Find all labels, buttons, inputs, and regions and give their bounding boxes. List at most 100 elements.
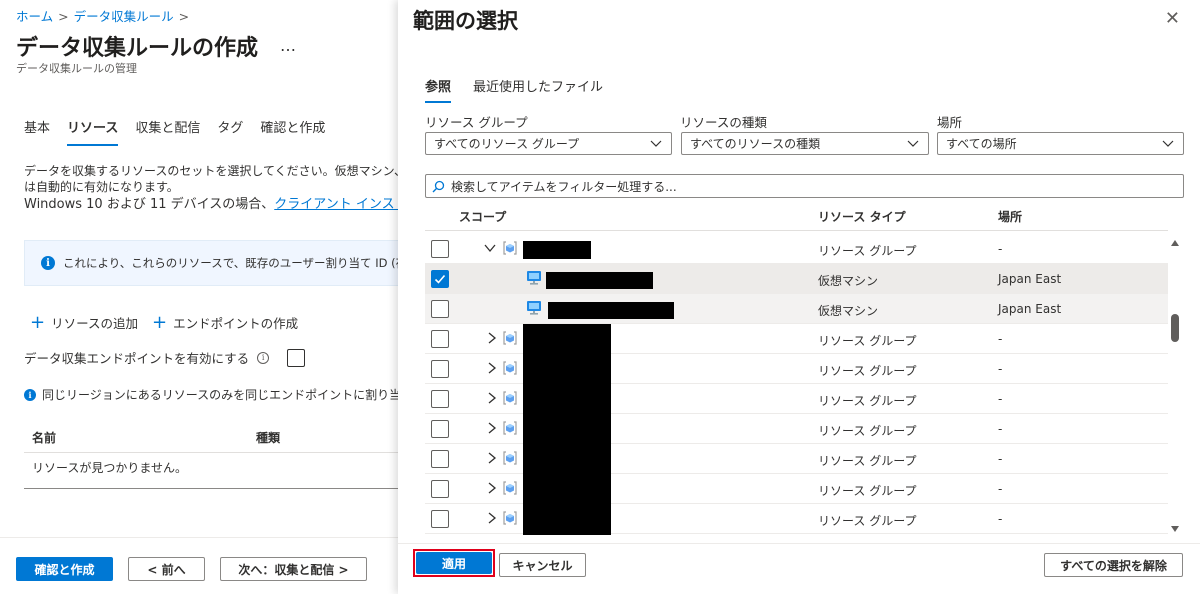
apply-button[interactable]: 適用 xyxy=(416,552,492,574)
prev-button[interactable]: < 前へ xyxy=(128,557,205,581)
resource-group-row[interactable]: リソース グループ - xyxy=(425,444,1168,475)
resource-group-dropdown[interactable]: すべてのリソース グループ xyxy=(425,132,672,155)
row-checkbox[interactable] xyxy=(431,240,449,258)
search-input[interactable]: 検索してアイテムをフィルター処理する... xyxy=(425,174,1184,198)
breadcrumb-home[interactable]: ホーム xyxy=(16,9,53,24)
chevron-right-icon[interactable] xyxy=(486,422,498,434)
scope-grid-header: スコープ リソース タイプ 場所 xyxy=(425,200,1168,231)
row-checkbox[interactable] xyxy=(431,390,449,408)
resource-group-icon xyxy=(503,331,517,345)
row-checkbox[interactable] xyxy=(431,420,449,438)
chevron-right-icon[interactable] xyxy=(486,482,498,494)
region-note-text: 同じリージョンにあるリソースのみを同じエンドポイントに割り当てることが xyxy=(42,388,400,402)
resource-group-icon xyxy=(503,391,517,405)
chevron-right-icon[interactable] xyxy=(486,452,498,464)
resource-group-row[interactable]: リソース グループ - xyxy=(425,414,1168,445)
row-checkbox[interactable] xyxy=(431,270,449,288)
tab-recent[interactable]: 最近使用したファイル xyxy=(473,76,603,103)
tab-collect-deliver[interactable]: 収集と配信 xyxy=(135,117,200,146)
next-button[interactable]: 次へ：収集と配信 > xyxy=(220,557,367,581)
location-cell: Japan East xyxy=(998,272,1062,286)
chevron-down-icon[interactable] xyxy=(484,242,496,254)
page-title: データ収集ルールの作成… xyxy=(16,30,296,62)
resource-type-dropdown[interactable]: すべてのリソースの種類 xyxy=(681,132,929,155)
tab-resources[interactable]: リソース xyxy=(67,117,119,146)
resource-type-filter-label: リソースの種類 xyxy=(680,115,767,130)
column-resource-type[interactable]: リソース タイプ xyxy=(818,208,906,225)
resource-group-row[interactable]: リソース グループ - xyxy=(425,234,1168,264)
more-icon[interactable]: … xyxy=(280,36,296,55)
resource-group-row[interactable]: リソース グループ - xyxy=(425,324,1168,355)
row-checkbox[interactable] xyxy=(431,360,449,378)
resource-group-row[interactable]: リソース グループ - xyxy=(425,474,1168,505)
column-type[interactable]: 種類 xyxy=(256,429,280,446)
resource-group-icon xyxy=(503,451,517,465)
chevron-right-icon[interactable] xyxy=(486,362,498,374)
location-dropdown-value: すべての場所 xyxy=(946,137,1017,151)
endpoint-toggle-label: データ収集エンドポイントを有効にする xyxy=(24,351,250,366)
breadcrumb-separator: > xyxy=(178,9,190,24)
resource-type-cell: 仮想マシン xyxy=(818,274,879,288)
resource-type-cell: リソース グループ xyxy=(818,334,917,348)
description-line-2: は自動的に有効になります。 xyxy=(24,180,179,194)
column-location[interactable]: 場所 xyxy=(998,208,1022,225)
location-cell: - xyxy=(998,452,1003,466)
chevron-right-icon[interactable] xyxy=(486,512,498,524)
resource-type-cell: リソース グループ xyxy=(818,514,917,528)
location-cell: - xyxy=(998,512,1003,526)
empty-table-message: リソースが見つかりません。 xyxy=(32,461,188,475)
client-installer-link[interactable]: クライアント インストーラーの xyxy=(274,197,400,212)
tab-browse[interactable]: 参照 xyxy=(425,76,452,103)
create-endpoint-button[interactable]: + エンドポイントの作成 xyxy=(152,313,298,332)
scroll-up-icon[interactable] xyxy=(1171,240,1179,246)
vm-row[interactable]: 仮想マシン Japan East xyxy=(425,264,1168,294)
vm-row[interactable]: 仮想マシン Japan East xyxy=(425,294,1168,324)
scroll-thumb[interactable] xyxy=(1171,314,1179,342)
search-icon xyxy=(432,180,445,192)
wizard-tabs: 基本 リソース 収集と配信 タグ 確認と作成 xyxy=(24,117,342,146)
add-resource-button[interactable]: + リソースの追加 xyxy=(30,313,138,332)
grid-scrollbar[interactable] xyxy=(1169,234,1181,536)
breadcrumb-dcr[interactable]: データ収集ルール xyxy=(74,9,174,24)
location-dropdown[interactable]: すべての場所 xyxy=(937,132,1184,155)
column-scope[interactable]: スコープ xyxy=(459,208,506,225)
column-name[interactable]: 名前 xyxy=(32,429,56,446)
info-icon: i xyxy=(24,388,36,401)
tab-basics[interactable]: 基本 xyxy=(24,117,50,146)
row-checkbox[interactable] xyxy=(431,450,449,468)
chevron-right-icon[interactable] xyxy=(486,332,498,344)
review-create-button[interactable]: 確認と作成 xyxy=(16,557,113,581)
row-checkbox[interactable] xyxy=(431,480,449,498)
info-icon[interactable]: i xyxy=(257,351,270,364)
plus-icon: + xyxy=(30,311,46,333)
row-checkbox[interactable] xyxy=(431,510,449,528)
resource-group-row[interactable]: リソース グループ - xyxy=(425,384,1168,415)
chevron-right-icon[interactable] xyxy=(486,392,498,404)
enable-endpoint-checkbox[interactable] xyxy=(287,348,306,367)
resource-type-cell: リソース グループ xyxy=(818,484,917,498)
location-cell: - xyxy=(998,242,1003,256)
resource-group-icon xyxy=(503,421,517,435)
resource-group-row[interactable]: リソース グループ - xyxy=(425,354,1168,385)
resource-type-cell: リソース グループ xyxy=(818,394,917,408)
redacted-name xyxy=(523,444,611,475)
resource-type-dropdown-value: すべてのリソースの種類 xyxy=(690,137,821,151)
row-checkbox[interactable] xyxy=(431,330,449,348)
resource-group-row[interactable]: リソース グループ - xyxy=(425,504,1168,535)
scroll-down-icon[interactable] xyxy=(1171,526,1179,532)
add-resource-label: リソースの追加 xyxy=(51,316,138,331)
close-icon[interactable]: ✕ xyxy=(1165,8,1180,29)
cancel-button[interactable]: キャンセル xyxy=(499,553,586,577)
resource-group-filter-label: リソース グループ xyxy=(425,115,528,130)
chevron-down-icon xyxy=(1162,140,1174,147)
tab-review-create[interactable]: 確認と作成 xyxy=(260,117,325,146)
location-filter-label: 場所 xyxy=(937,115,963,130)
clear-all-selection-button[interactable]: すべての選択を解除 xyxy=(1044,553,1183,577)
panel-footer-divider xyxy=(398,543,1200,544)
resource-group-icon xyxy=(503,511,517,525)
location-cell: - xyxy=(998,332,1003,346)
row-checkbox[interactable] xyxy=(431,300,449,318)
redacted-name xyxy=(523,324,611,355)
tab-tags[interactable]: タグ xyxy=(217,117,243,146)
location-cell: - xyxy=(998,392,1003,406)
